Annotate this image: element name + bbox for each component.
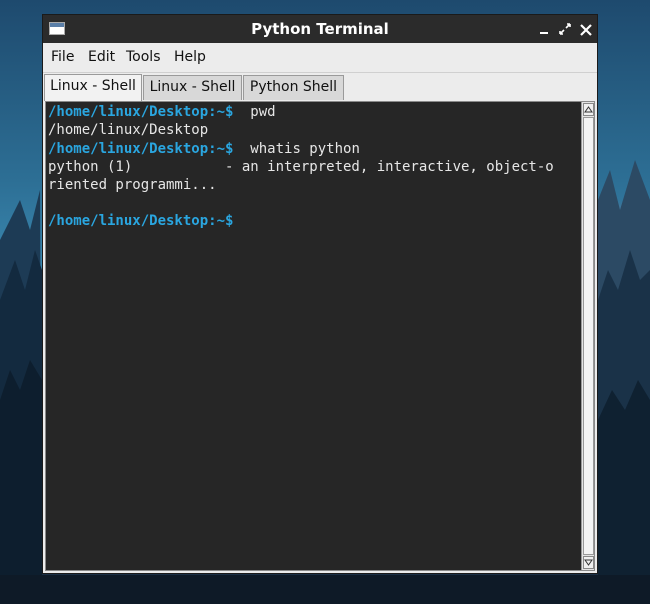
menu-file[interactable]: File	[51, 49, 74, 65]
minimize-glyph	[540, 32, 548, 34]
terminal-command: whatis python	[233, 141, 360, 157]
menu-edit[interactable]: Edit	[88, 49, 115, 65]
menu-tools[interactable]: Tools	[126, 49, 161, 65]
menu-bar: File Edit Tools Help	[43, 43, 597, 73]
maximize-glyph	[559, 23, 571, 35]
tab-bar: Linux - Shell Linux - Shell Python Shell	[43, 73, 597, 101]
minimize-icon[interactable]	[535, 19, 553, 39]
scroll-down-icon[interactable]	[583, 556, 594, 569]
scroll-up-icon[interactable]	[583, 103, 594, 116]
scrollbar-thumb[interactable]	[583, 117, 594, 555]
tab-linux-shell-2[interactable]: Linux - Shell	[143, 75, 242, 100]
shell-prompt: /home/linux/Desktop:~$	[48, 104, 234, 120]
terminal-output[interactable]: /home/linux/Desktop:~$ pwd /home/linux/D…	[48, 102, 578, 570]
terminal-line: /home/linux/Desktop:~$ whatis python	[48, 140, 360, 158]
scroll-up-glyph	[584, 106, 593, 113]
terminal-line: /home/linux/Desktop:~$ pwd	[48, 103, 276, 121]
vertical-scrollbar[interactable]	[581, 102, 594, 570]
terminal-frame: /home/linux/Desktop:~$ pwd /home/linux/D…	[45, 101, 595, 571]
terminal-output-text: python (1) - an interpreted, interactive…	[48, 159, 554, 175]
title-bar[interactable]: Python Terminal	[43, 15, 597, 43]
close-glyph	[580, 24, 592, 36]
tab-linux-shell-1[interactable]: Linux - Shell	[44, 74, 142, 101]
terminal-line: riented programmi...	[48, 176, 217, 194]
terminal-window: Python Terminal File Edit Tools Help Lin…	[42, 14, 598, 574]
terminal-output-text: riented programmi...	[48, 177, 217, 193]
close-icon[interactable]	[577, 19, 595, 39]
terminal-output-text: /home/linux/Desktop	[48, 122, 209, 138]
terminal-line: /home/linux/Desktop:~$	[48, 212, 233, 230]
window-title: Python Terminal	[251, 20, 389, 38]
shell-prompt: /home/linux/Desktop:~$	[48, 141, 234, 157]
maximize-icon[interactable]	[556, 19, 574, 39]
scroll-down-glyph	[584, 559, 593, 566]
terminal-line: python (1) - an interpreted, interactive…	[48, 158, 554, 176]
shell-prompt: /home/linux/Desktop:~$	[48, 213, 234, 229]
terminal-command: pwd	[233, 104, 276, 120]
tab-python-shell[interactable]: Python Shell	[243, 75, 344, 100]
terminal-line: /home/linux/Desktop	[48, 121, 208, 139]
menu-help[interactable]: Help	[174, 49, 206, 65]
